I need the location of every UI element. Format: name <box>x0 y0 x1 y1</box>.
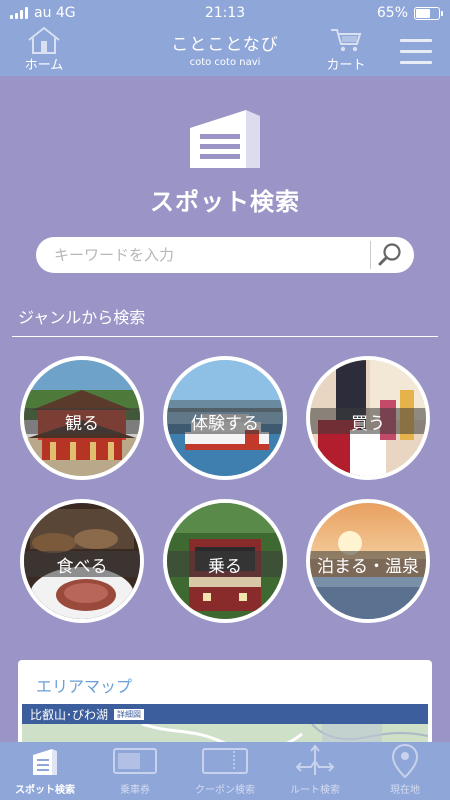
tab-label: スポット検索 <box>15 785 75 796</box>
hamburger-menu-icon[interactable] <box>396 26 436 76</box>
app-title: ことことなび <box>171 35 279 55</box>
cart-button[interactable]: カート <box>316 26 376 76</box>
map-name: 比叡山･びわ湖 <box>30 707 109 722</box>
tab-coupon-search[interactable]: クーポン検索 <box>180 742 270 800</box>
tab-spot-search[interactable]: スポット検索 <box>0 742 90 800</box>
signal-icon <box>10 7 28 19</box>
tab-label: ルート検索 <box>290 785 340 796</box>
tab-label: 現在地 <box>390 785 420 796</box>
battery-indicator: 65% <box>376 5 443 21</box>
battery-percent: 65% <box>376 5 408 21</box>
genre-eat-button[interactable]: 食べる <box>20 499 144 623</box>
app-header: ホーム ことことなび coto coto navi カート <box>0 26 450 76</box>
location-pin-icon <box>392 744 418 778</box>
tab-label: クーポン検索 <box>195 785 255 796</box>
search-box <box>36 237 414 273</box>
genre-label: 乗る <box>208 556 242 577</box>
genre-label: 体験する <box>191 413 259 434</box>
genre-shop-button[interactable]: 買う <box>306 356 430 480</box>
building-icon <box>33 749 57 775</box>
battery-icon <box>414 6 443 20</box>
search-icon[interactable] <box>376 241 404 269</box>
genre-stay-onsen-button[interactable]: 泊まる・温泉 <box>306 499 430 623</box>
building-icon <box>190 110 260 168</box>
genre-label: 泊まる・温泉 <box>317 556 419 577</box>
bottom-tab-bar: スポット検索 乗車券 クーポン検索 ルート検索 現在地 <box>0 742 450 800</box>
tab-route-search[interactable]: ルート検索 <box>270 742 360 800</box>
section-divider <box>12 336 438 337</box>
cart-icon <box>331 29 362 52</box>
tab-current-location[interactable]: 現在地 <box>360 742 450 800</box>
ticket-icon <box>113 748 157 774</box>
tab-label: 乗車券 <box>120 785 150 796</box>
genre-ride-button[interactable]: 乗る <box>163 499 287 623</box>
area-map-title: エリアマップ <box>36 677 133 696</box>
search-input[interactable] <box>54 237 374 273</box>
carrier-label: au 4G <box>34 5 76 21</box>
route-icon <box>295 745 335 775</box>
genre-experience-button[interactable]: 体験する <box>163 356 287 480</box>
coupon-icon <box>202 748 248 774</box>
genre-heading: ジャンルから検索 <box>18 308 146 327</box>
cart-label: カート <box>326 58 366 73</box>
tab-ticket[interactable]: 乗車券 <box>90 742 180 800</box>
genre-watch-button[interactable]: 観る <box>20 356 144 480</box>
genre-label: 食べる <box>56 556 108 577</box>
area-map-card[interactable]: エリアマップ 比叡山･びわ湖 詳細図 <box>18 660 432 750</box>
status-bar: au 4G 21:13 65% <box>0 0 450 26</box>
page-title: スポット検索 <box>150 188 300 216</box>
map-badge: 詳細図 <box>114 708 145 720</box>
genre-label: 買う <box>351 413 385 434</box>
app-subtitle: coto coto navi <box>189 57 261 68</box>
genre-label: 観る <box>65 413 99 434</box>
search-divider <box>370 241 371 269</box>
